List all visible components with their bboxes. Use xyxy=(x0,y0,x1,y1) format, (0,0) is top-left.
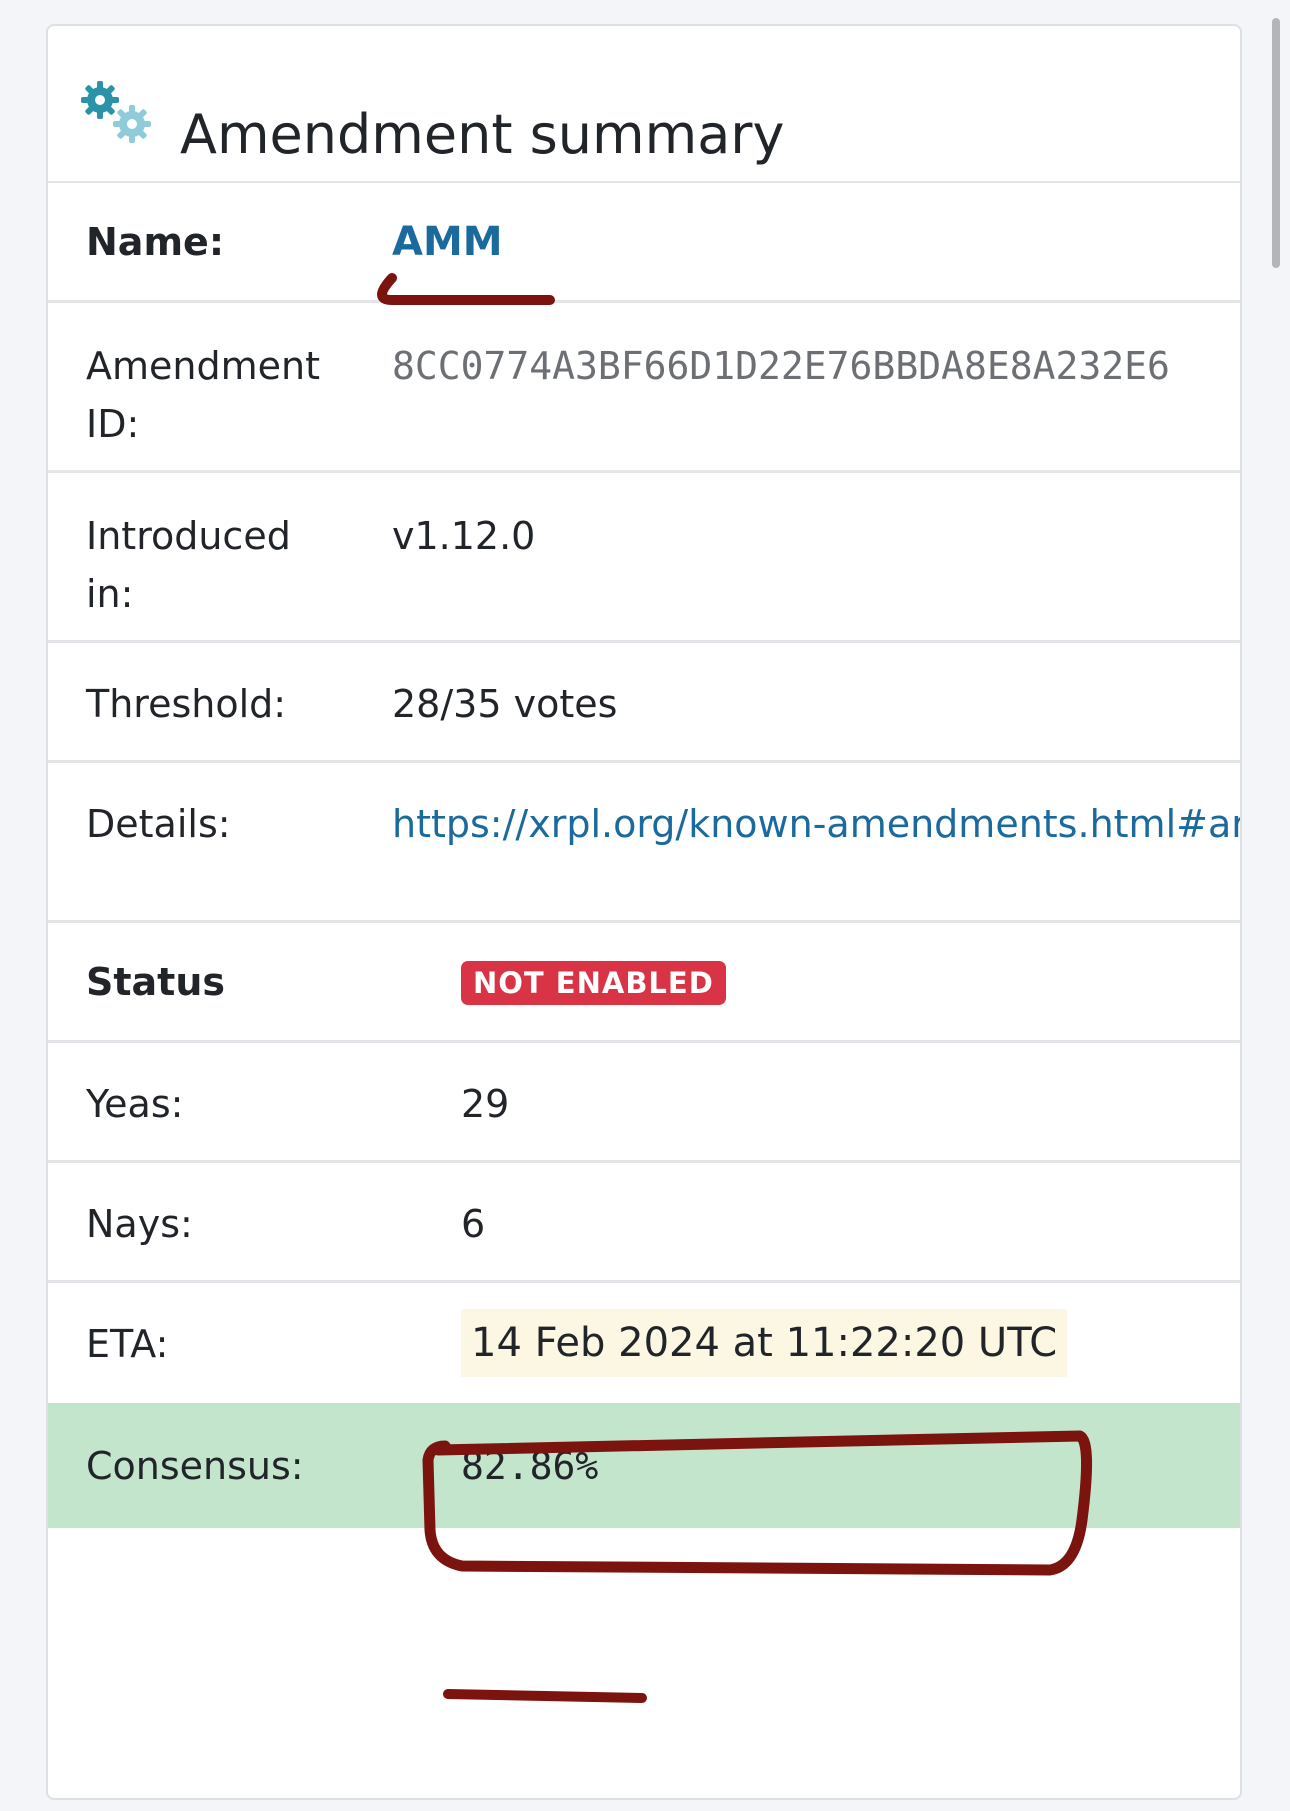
eta-label: ETA: xyxy=(86,1322,169,1366)
scrollbar-thumb[interactable] xyxy=(1272,18,1280,268)
threshold-value: 28/35 votes xyxy=(392,682,618,726)
introduced-row: Introduced in: v1.12.0 xyxy=(48,473,1240,643)
eta-row: ETA: 14 Feb 2024 at 11:22:20 UTC xyxy=(48,1283,1240,1403)
details-link[interactable]: https://xrpl.org/known-amendments.html#a… xyxy=(392,795,1240,853)
introduced-label: Introduced in: xyxy=(86,514,291,616)
status-row: Status NOT ENABLED xyxy=(48,923,1240,1043)
details-row: Details: https://xrpl.org/known-amendmen… xyxy=(48,763,1240,923)
status-label: Status xyxy=(86,960,226,1004)
name-label: Name: xyxy=(86,220,225,264)
consensus-value: 82.86% xyxy=(461,1444,599,1488)
nays-value: 6 xyxy=(461,1202,486,1246)
nays-row: Nays: 6 xyxy=(48,1163,1240,1283)
status-badge: NOT ENABLED xyxy=(461,961,726,1005)
nays-label: Nays: xyxy=(86,1202,193,1246)
card-header: Amendment summary xyxy=(48,26,1240,183)
yeas-value: 29 xyxy=(461,1082,510,1126)
threshold-row: Threshold: 28/35 votes xyxy=(48,643,1240,763)
consensus-label: Consensus: xyxy=(86,1444,304,1488)
gears-icon xyxy=(81,81,151,143)
yeas-label: Yeas: xyxy=(86,1082,184,1126)
amendment-id-label: Amendment ID: xyxy=(86,344,320,446)
amendment-summary-card: Amendment summary Name: AMM Amendment ID… xyxy=(46,24,1242,1800)
eta-value: 14 Feb 2024 at 11:22:20 UTC xyxy=(461,1309,1068,1377)
threshold-label: Threshold: xyxy=(86,682,287,726)
details-label: Details: xyxy=(86,802,231,846)
name-row: Name: AMM xyxy=(48,183,1240,303)
amendment-name-link[interactable]: AMM xyxy=(392,213,503,271)
amendment-id-value: 8CC0774A3BF66D1D22E76BBDA8E8A232E6 xyxy=(392,344,1170,388)
yeas-row: Yeas: 29 xyxy=(48,1043,1240,1163)
consensus-row: Consensus: 82.86% xyxy=(48,1403,1240,1528)
card-title: Amendment summary xyxy=(180,103,785,166)
amendment-id-row: Amendment ID: 8CC0774A3BF66D1D22E76BBDA8… xyxy=(48,303,1240,473)
introduced-version: v1.12.0 xyxy=(392,514,536,558)
